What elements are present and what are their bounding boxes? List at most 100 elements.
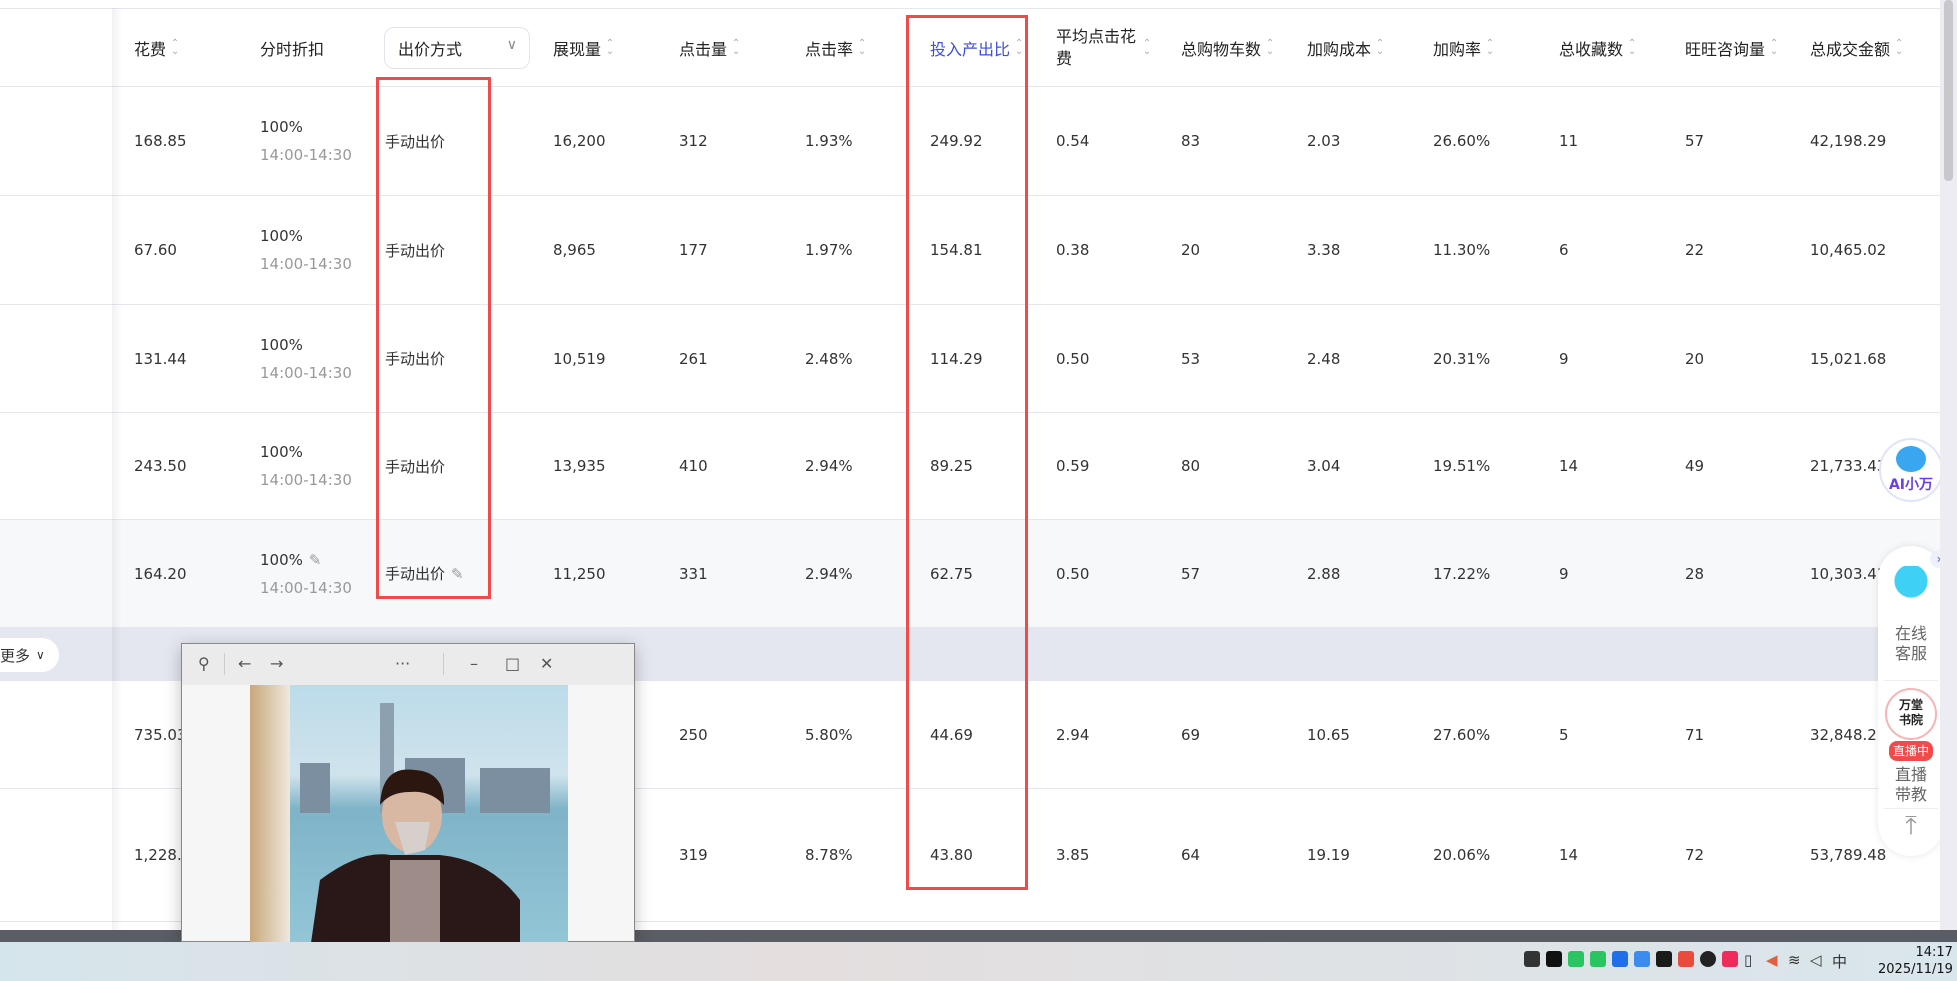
ctr-cell: 5.80% [805,681,853,788]
discount-cell: 100% 14:00-14:30 [260,196,352,304]
bid-method-dropdown[interactable]: 出价方式 ∨ [384,27,530,69]
pin-icon[interactable]: ⚲ [198,654,210,673]
cpc-cell: 3.85 [1056,789,1089,921]
inquiries-value: 49 [1685,457,1705,475]
impressions-value: 11,250 [553,564,606,583]
minimize-icon[interactable]: – [470,654,478,673]
column-header[interactable]: 加购率 ⌃ ⌄ [1433,9,1496,87]
clock[interactable]: 14:17 2025/11/19 [1878,944,1953,978]
spend-value: 735.03 [134,725,187,744]
scrollbar-thumb[interactable] [1944,0,1953,181]
cart_cost-cell: 19.19 [1307,789,1350,921]
column-header[interactable]: 加购成本 ⌃ ⌄ [1307,9,1386,87]
roi-value: 62.75 [930,564,973,583]
maximize-icon[interactable]: □ [505,654,520,673]
nvidia-icon[interactable] [1656,951,1672,967]
edit-icon[interactable]: ✎ [309,551,322,569]
sort-icon[interactable]: ⌃ ⌄ [604,39,616,57]
gmv-cell: 53,789.48 [1810,789,1886,921]
sort-icon[interactable]: ⌃ ⌄ [1141,39,1153,57]
inquiries-cell: 72 [1685,789,1704,921]
tiktok-icon[interactable] [1546,951,1562,967]
bid-method-label: 出价方式 [398,40,463,59]
spend-value: 131.44 [134,349,187,368]
capcut-icon[interactable] [1524,951,1540,967]
sort-icon[interactable]: ⌃ ⌄ [1768,39,1780,57]
ai-assistant-button[interactable]: AI小万 [1879,438,1940,502]
qq-icon[interactable] [1700,951,1716,967]
online-service-button[interactable]: 在线客服 [1878,566,1940,664]
close-icon[interactable]: ✕ [540,654,553,673]
sort-icon[interactable]: ⌃ ⌄ [730,39,742,57]
spend-cell: 735.03 [134,681,187,788]
column-header[interactable]: 点击量 ⌃ ⌄ [679,9,742,87]
sort-icon[interactable]: ⌃ ⌄ [1484,39,1496,57]
favs-value: 9 [1559,349,1569,368]
column-header[interactable]: 点击率 ⌃ ⌄ [805,9,868,87]
favs-cell: 9 [1559,520,1569,627]
viewer-titlebar: ⚲ ← → ··· – □ ✕ [182,644,634,685]
column-header[interactable]: 总成交金额 ⌃ ⌄ [1810,9,1905,87]
spend-cell: 67.60 [134,196,177,304]
table-row[interactable]: 67.60 100% 14:00-14:30 手动出价 8,965 177 1.97% 154… [0,196,1940,305]
back-to-top-icon[interactable]: ⤒ [1878,813,1940,839]
column-header[interactable]: 总收藏数 ⌃ ⌄ [1559,9,1638,87]
sort-icon[interactable]: ⌃ ⌄ [1374,39,1386,57]
impressions-value: 16,200 [553,132,606,150]
column-header[interactable]: 展现量 ⌃ ⌄ [553,9,616,87]
wechat-icon[interactable] [1568,951,1584,967]
more-button[interactable]: 更多 ∨ [0,638,59,672]
back-arrow-icon[interactable]: ← [238,654,251,673]
live-teaching-button[interactable]: 万堂书院 直播中 直播带教 [1878,688,1940,805]
column-label: 旺旺咨询量 [1685,40,1766,59]
carts-cell: 80 [1181,413,1200,519]
column-header[interactable]: 花费 ⌃ ⌄ [134,9,181,87]
sort-icon[interactable]: ⌃ ⌄ [1626,39,1638,57]
carts-cell: 64 [1181,789,1200,921]
sort-icon[interactable]: ⌃ ⌄ [1013,39,1025,57]
impressions-cell: 13,935 [553,413,606,519]
photo-image [250,685,568,943]
wechat-icon[interactable] [1590,951,1606,967]
edit-icon[interactable]: ✎ [451,565,464,583]
gmv-cell: 42,198.29 [1810,87,1886,195]
app-icon[interactable] [1722,951,1738,967]
ime-indicator[interactable]: 中 [1832,951,1848,971]
table-row[interactable]: 168.85 100% 14:00-14:30 手动出价 16,200 312 1.93% 2… [0,87,1940,196]
sort-icon[interactable]: ⌃ ⌄ [1264,39,1276,57]
roi-value: 154.81 [930,241,983,259]
cart_cost-cell: 3.04 [1307,413,1340,519]
forward-arrow-icon[interactable]: → [270,654,283,673]
column-label: 投入产出比 [930,40,1011,59]
favs-cell: 14 [1559,413,1578,519]
table-row[interactable]: 131.44 100% 14:00-14:30 手动出价 10,519 261 2.48% 1… [0,305,1940,413]
cart_cost-value: 2.88 [1307,564,1341,583]
cart_rate-cell: 20.31% [1433,305,1490,412]
k-app-icon[interactable] [1612,951,1628,967]
sort-icon[interactable]: ⌃ ⌄ [856,39,868,57]
more-options-icon[interactable]: ··· [395,654,410,673]
column-header[interactable]: 投入产出比 ⌃ ⌄ [930,9,1025,87]
vertical-scrollbar[interactable] [1940,0,1957,930]
vpn-icon[interactable] [1678,951,1694,967]
sort-icon[interactable]: ⌃ ⌄ [169,39,181,57]
ctr-value: 2.48% [805,349,853,368]
cart_cost-value: 19.19 [1307,846,1350,864]
favs-value: 11 [1559,132,1579,150]
wifi-icon[interactable]: ≋ [1788,951,1804,969]
table-row[interactable]: 164.20 100% ✎ 14:00-14:30 手动出价 ✎ 11,250 331 2.94… [0,520,1940,628]
carts-value: 20 [1181,241,1201,259]
usb-icon[interactable]: ▯ [1744,951,1760,969]
volume-icon[interactable]: ◁ [1810,951,1826,969]
sort-icon[interactable]: ⌃ ⌄ [1893,39,1905,57]
column-header[interactable]: 旺旺咨询量 ⌃ ⌄ [1685,9,1780,87]
app-icon[interactable] [1634,951,1650,967]
cart_cost-value: 10.65 [1307,725,1350,744]
column-header[interactable]: 总购物车数 ⌃ ⌄ [1181,9,1276,87]
speaker-icon[interactable]: ◀ [1766,951,1782,969]
discount-value: 100% [260,335,303,354]
clicks-value: 177 [679,241,708,259]
column-header[interactable]: 平均点击花费 ⌃ ⌄ [1056,9,1153,87]
carts-value: 83 [1181,132,1201,150]
table-row[interactable]: 243.50 100% 14:00-14:30 手动出价 13,935 410 2.94% 8… [0,413,1940,520]
